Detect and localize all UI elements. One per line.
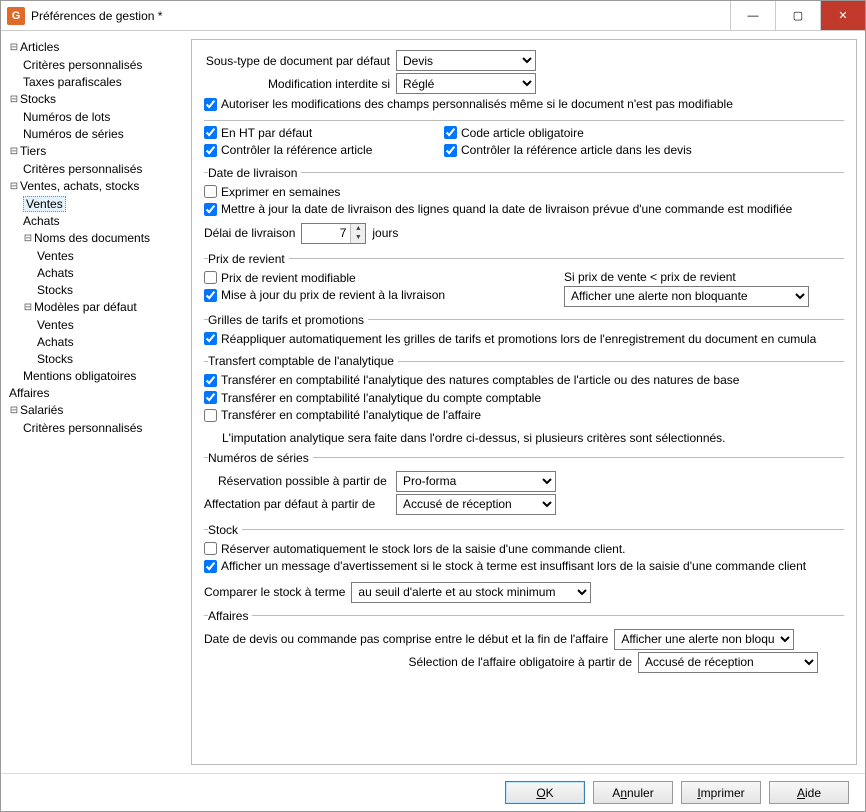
selection-affaire-select[interactable]: Accusé de réception	[638, 652, 818, 673]
affectation-select[interactable]: Accusé de réception	[396, 494, 556, 515]
mettre-a-jour-date-checkbox[interactable]: Mettre à jour la date de livraison des l…	[204, 202, 792, 216]
app-icon: G	[7, 7, 25, 25]
tree-tiers[interactable]: Tiers	[20, 144, 46, 158]
exprimer-semaines-checkbox[interactable]: Exprimer en semaines	[204, 185, 340, 199]
si-prix-select[interactable]: Afficher une alerte non bloquante	[564, 286, 809, 307]
affaires-legend: Affaires	[208, 609, 252, 623]
en-ht-checkbox[interactable]: En HT par défaut	[204, 126, 312, 140]
tree-mentions[interactable]: Mentions obligatoires	[23, 369, 136, 383]
imputation-note: L'imputation analytique sera faite dans …	[222, 431, 844, 445]
toggle-icon[interactable]: ⊟	[9, 178, 19, 195]
toggle-icon[interactable]: ⊟	[9, 91, 19, 108]
grilles-legend: Grilles de tarifs et promotions	[208, 313, 368, 327]
delai-spinner[interactable]: ▲▼	[301, 223, 366, 244]
annuler-button[interactable]: Annuler	[593, 781, 673, 804]
comparer-select[interactable]: au seuil d'alerte et au stock minimum	[351, 582, 591, 603]
tree-tiers-crit[interactable]: Critères personnalisés	[23, 162, 142, 176]
spin-up-icon[interactable]: ▲	[351, 224, 365, 234]
maximize-button[interactable]: ▢	[775, 1, 820, 30]
si-prix-label: Si prix de vente < prix de revient	[564, 270, 736, 284]
close-button[interactable]: ✕	[820, 1, 865, 30]
transf-affaire-checkbox[interactable]: Transférer en comptabilité l'analytique …	[204, 408, 481, 422]
afficher-msg-checkbox[interactable]: Afficher un message d'avertissement si l…	[204, 559, 806, 573]
reservation-select[interactable]: Pro-forma	[396, 471, 556, 492]
tree-nd-achats[interactable]: Achats	[37, 266, 74, 280]
window-title: Préférences de gestion *	[31, 9, 730, 23]
tree-articles-taxes[interactable]: Taxes parafiscales	[23, 75, 122, 89]
tree-articles-crit[interactable]: Critères personnalisés	[23, 58, 142, 72]
selection-affaire-label: Sélection de l'affaire obligatoire à par…	[204, 655, 632, 669]
spin-down-icon[interactable]: ▼	[351, 233, 365, 243]
tree-articles[interactable]: Articles	[20, 40, 59, 54]
delai-label: Délai de livraison	[204, 226, 295, 240]
tree-md-stocks[interactable]: Stocks	[37, 352, 73, 366]
tree-md-achats[interactable]: Achats	[37, 335, 74, 349]
code-article-checkbox[interactable]: Code article obligatoire	[444, 126, 584, 140]
reservation-label: Réservation possible à partir de	[204, 474, 390, 488]
comparer-label: Comparer le stock à terme	[204, 585, 345, 599]
stock-legend: Stock	[208, 523, 242, 537]
affectation-label: Affectation par défaut à partir de	[204, 497, 390, 511]
toggle-icon[interactable]: ⊟	[9, 39, 19, 56]
tree-stocks-lots[interactable]: Numéros de lots	[23, 110, 110, 124]
prix-revient-legend: Prix de revient	[208, 252, 289, 266]
maj-prix-revient-checkbox[interactable]: Mise à jour du prix de revient à la livr…	[204, 288, 445, 302]
imprimer-button[interactable]: Imprimer	[681, 781, 761, 804]
numeros-legend: Numéros de séries	[208, 451, 313, 465]
ok-button[interactable]: OK	[505, 781, 585, 804]
tree-salaries[interactable]: Salariés	[20, 403, 63, 417]
toggle-icon[interactable]: ⊟	[9, 402, 19, 419]
tree-vas-achats[interactable]: Achats	[23, 214, 60, 228]
minimize-button[interactable]: —	[730, 1, 775, 30]
controler-ref-checkbox[interactable]: Contrôler la référence article	[204, 143, 372, 157]
tree-stocks[interactable]: Stocks	[20, 92, 56, 106]
date-devis-select[interactable]: Afficher une alerte non bloquante	[614, 629, 794, 650]
titlebar: G Préférences de gestion * — ▢ ✕	[1, 1, 865, 31]
delai-unit: jours	[372, 226, 398, 240]
transf-natures-checkbox[interactable]: Transférer en comptabilité l'analytique …	[204, 373, 739, 387]
nav-tree: ⊟Articles Critères personnalisés Taxes p…	[1, 31, 191, 773]
form-panel: Sous-type de document par défaut Devis M…	[191, 39, 857, 765]
tree-affaires[interactable]: Affaires	[9, 386, 49, 400]
tree-modeles[interactable]: Modèles par défaut	[34, 300, 137, 314]
autoriser-modif-checkbox[interactable]: Autoriser les modifications des champs p…	[204, 97, 733, 111]
tree-noms-docs[interactable]: Noms des documents	[34, 231, 150, 245]
tree-vas[interactable]: Ventes, achats, stocks	[20, 179, 139, 193]
reserver-auto-checkbox[interactable]: Réserver automatiquement le stock lors d…	[204, 542, 626, 556]
date-livraison-legend: Date de livraison	[208, 166, 301, 180]
modif-interdite-select[interactable]: Réglé	[396, 73, 536, 94]
toggle-icon[interactable]: ⊟	[23, 299, 33, 316]
controler-ref-devis-checkbox[interactable]: Contrôler la référence article dans les …	[444, 143, 692, 157]
tree-stocks-series[interactable]: Numéros de séries	[23, 127, 124, 141]
tree-nd-stocks[interactable]: Stocks	[37, 283, 73, 297]
toggle-icon[interactable]: ⊟	[9, 143, 19, 160]
sous-type-select[interactable]: Devis	[396, 50, 536, 71]
tree-nd-ventes[interactable]: Ventes	[37, 249, 74, 263]
aide-button[interactable]: Aide	[769, 781, 849, 804]
transf-compte-checkbox[interactable]: Transférer en comptabilité l'analytique …	[204, 391, 541, 405]
footer: OK Annuler Imprimer Aide	[1, 773, 865, 811]
prix-revient-modifiable-checkbox[interactable]: Prix de revient modifiable	[204, 271, 356, 285]
modif-interdite-label: Modification interdite si	[204, 77, 390, 91]
date-devis-label: Date de devis ou commande pas comprise e…	[204, 632, 608, 646]
toggle-icon[interactable]: ⊟	[23, 230, 33, 247]
reappliquer-checkbox[interactable]: Réappliquer automatiquement les grilles …	[204, 332, 816, 346]
transfert-legend: Transfert comptable de l'analytique	[208, 354, 398, 368]
tree-sal-crit[interactable]: Critères personnalisés	[23, 421, 142, 435]
sous-type-label: Sous-type de document par défaut	[204, 54, 390, 68]
tree-vas-ventes[interactable]: Ventes	[23, 196, 66, 212]
tree-md-ventes[interactable]: Ventes	[37, 318, 74, 332]
